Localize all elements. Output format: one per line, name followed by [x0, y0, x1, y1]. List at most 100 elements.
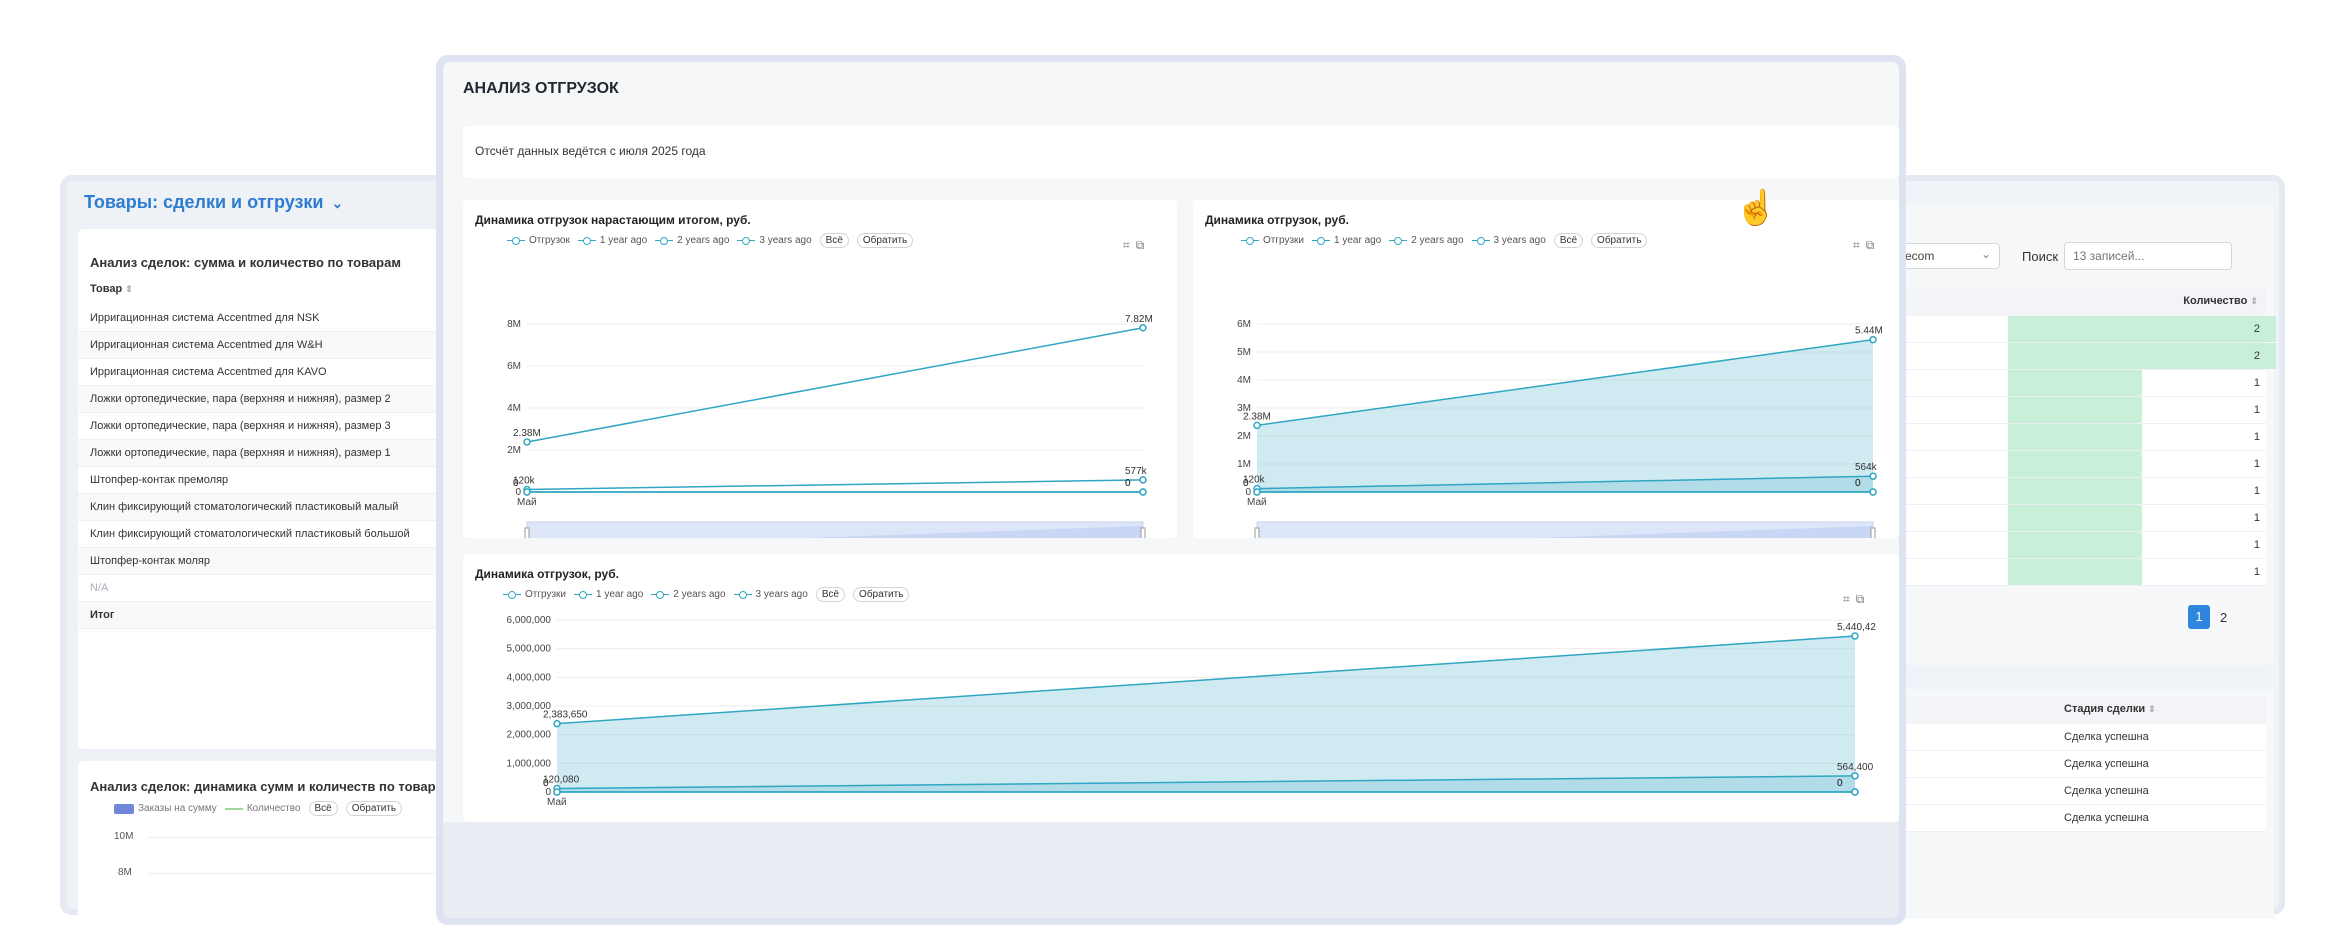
- data-label: 7.82M: [1125, 314, 1153, 325]
- table-row[interactable]: Штопфер-контак моляр: [78, 548, 468, 575]
- zoom-handle-right: [1140, 527, 1146, 538]
- data-label: 5,440,42: [1837, 622, 1876, 633]
- stage-value: Сделка успешна: [2064, 812, 2149, 824]
- select-dropdown[interactable]: recom ⌄: [1892, 243, 2000, 269]
- window-title[interactable]: Товары: сделки и отгрузки ⌄: [84, 192, 343, 213]
- table-row[interactable]: 2: [1904, 343, 2276, 370]
- series-area: [557, 636, 1855, 792]
- data-label: 5.44M: [1855, 326, 1883, 337]
- data-point: [1869, 472, 1877, 480]
- note-card: Отсчёт данных ведётся с июля 2025 года: [463, 126, 1899, 178]
- data-label: 2.38M: [513, 428, 541, 439]
- table-row[interactable]: 1: [1904, 478, 2266, 505]
- column-label: Товар: [90, 283, 123, 295]
- legend-orders[interactable]: Заказы на сумму: [114, 803, 217, 814]
- data-label: 0: [543, 778, 549, 789]
- table-row[interactable]: Ирригационная система Accentmed для W&H: [78, 332, 468, 359]
- y-tick-label: 5,000,000: [507, 644, 552, 655]
- table-row[interactable]: Сделка успешна: [1904, 778, 2266, 805]
- table-row[interactable]: Ложки ортопедические, пара (верхняя и ни…: [78, 386, 468, 413]
- deals-dynamics-title: Анализ сделок: динамика сумм и количеств…: [90, 779, 453, 794]
- data-label: 564k: [1855, 462, 1878, 473]
- data-point: [1851, 772, 1859, 780]
- show-all-button[interactable]: Всё: [308, 801, 338, 816]
- series-line: [526, 327, 1144, 443]
- quantity-value: 1: [2253, 458, 2260, 470]
- column-label: Количество: [2183, 295, 2248, 307]
- table-row[interactable]: 2: [1904, 316, 2276, 343]
- table-row[interactable]: Штопфер-контак премоляр: [78, 467, 468, 494]
- note-text: Отсчёт данных ведётся с июля 2025 года: [475, 144, 706, 158]
- table-row[interactable]: 1: [1904, 505, 2266, 532]
- legend-label: Количество: [246, 803, 301, 814]
- data-label: 0: [1125, 478, 1131, 489]
- table-row[interactable]: 1: [1904, 397, 2266, 424]
- y-tick-label: 10M: [114, 831, 134, 842]
- dialog-content: АНАЛИЗ ОТГРУЗОК Отсчёт данных ведётся с …: [443, 62, 1899, 822]
- table-row[interactable]: 1: [1904, 424, 2266, 451]
- table-row[interactable]: Ложки ортопедические, пара (верхняя и ни…: [78, 440, 468, 467]
- y-tick-label: 8M: [507, 319, 521, 330]
- table-row[interactable]: Клин фиксирующий стоматологический пласт…: [78, 494, 468, 521]
- data-label: 0: [513, 478, 519, 489]
- data-label: 2,383,650: [543, 710, 588, 721]
- table-row[interactable]: Сделка успешна: [1904, 751, 2266, 778]
- quantity-value: 1: [2253, 512, 2260, 524]
- legend-swatch-orders: [114, 803, 134, 814]
- data-point: [523, 438, 531, 446]
- quantity-bar: [2008, 532, 2142, 558]
- column-label: Стадия сделки: [2064, 703, 2146, 715]
- y-tick-label: 4,000,000: [507, 672, 552, 683]
- stage-value: Сделка успешна: [2064, 785, 2149, 797]
- y-tick-label: 1,000,000: [507, 758, 552, 769]
- page-1-button[interactable]: 1: [2188, 605, 2210, 629]
- table-row[interactable]: 1: [1904, 370, 2266, 397]
- sort-icon[interactable]: ⇕: [2148, 704, 2156, 714]
- quantity-bar: [2008, 370, 2142, 396]
- legend-swatch-quantity: [224, 807, 243, 810]
- right-background-window: recom ⌄ Поиск Количество ⇕ 2211111111 1 …: [1880, 175, 2285, 919]
- table-row[interactable]: Ирригационная система Accentmed для NSK: [78, 305, 468, 332]
- data-label: 564,400: [1837, 762, 1874, 773]
- cumulative-shipments-chart: Динамика отгрузок нарастающим итогом, ру…: [463, 200, 1177, 538]
- sort-icon[interactable]: ⇕: [2250, 296, 2258, 306]
- data-point: [553, 719, 561, 728]
- quantity-bar: [2008, 424, 2142, 450]
- chevron-down-icon[interactable]: ⌄: [332, 195, 344, 212]
- y-tick-label: 1M: [1237, 459, 1251, 470]
- stage-value: Сделка успешна: [2064, 758, 2149, 770]
- data-label: 2.38M: [1243, 411, 1271, 422]
- hand-cursor-icon: ☝: [1735, 189, 1778, 227]
- table-row[interactable]: 1: [1904, 532, 2266, 559]
- quantity-bar: [2008, 505, 2142, 531]
- y-tick-label: 8M: [118, 867, 132, 878]
- table-row[interactable]: Сделка успешна: [1904, 724, 2266, 751]
- table-row[interactable]: Сделка успешна: [1904, 805, 2266, 832]
- y-tick-label: 6M: [1237, 319, 1251, 330]
- page-2-button[interactable]: 2: [2220, 610, 2227, 625]
- quantity-header[interactable]: Количество ⇕: [1904, 289, 2266, 315]
- gridline: [148, 873, 448, 874]
- table-row[interactable]: 1: [1904, 559, 2266, 586]
- y-tick-label: 6M: [507, 361, 521, 372]
- deals-dynamics-card: Анализ сделок: динамика сумм и количеств…: [78, 761, 468, 921]
- shipments-chart: Динамика отгрузок, руб. Отгрузки 1 year …: [1193, 200, 1899, 538]
- data-label: 577k: [1125, 466, 1148, 477]
- quantity-value: 1: [2253, 566, 2260, 578]
- data-label: 0: [1855, 478, 1861, 489]
- gridline: [148, 837, 448, 838]
- table-row[interactable]: Ирригационная система Accentmed для KAVO: [78, 359, 468, 386]
- legend-quantity[interactable]: Количество: [224, 803, 301, 814]
- table-row[interactable]: Ложки ортопедические, пара (верхняя и ни…: [78, 413, 468, 440]
- table-header-product[interactable]: Товар ⇕: [90, 283, 133, 295]
- data-label: 0: [1837, 778, 1843, 789]
- search-input[interactable]: [2064, 242, 2232, 270]
- table-row[interactable]: Итог: [78, 602, 468, 629]
- invert-button[interactable]: Обратить: [345, 801, 403, 816]
- table-row[interactable]: 1: [1904, 451, 2266, 478]
- stage-header[interactable]: Стадия сделки ⇕: [1904, 697, 2266, 723]
- sort-icon[interactable]: ⇕: [125, 284, 133, 294]
- quantity-value: 2: [2253, 350, 2260, 362]
- table-row[interactable]: Клин фиксирующий стоматологический пласт…: [78, 521, 468, 548]
- table-row[interactable]: N/A: [78, 575, 468, 602]
